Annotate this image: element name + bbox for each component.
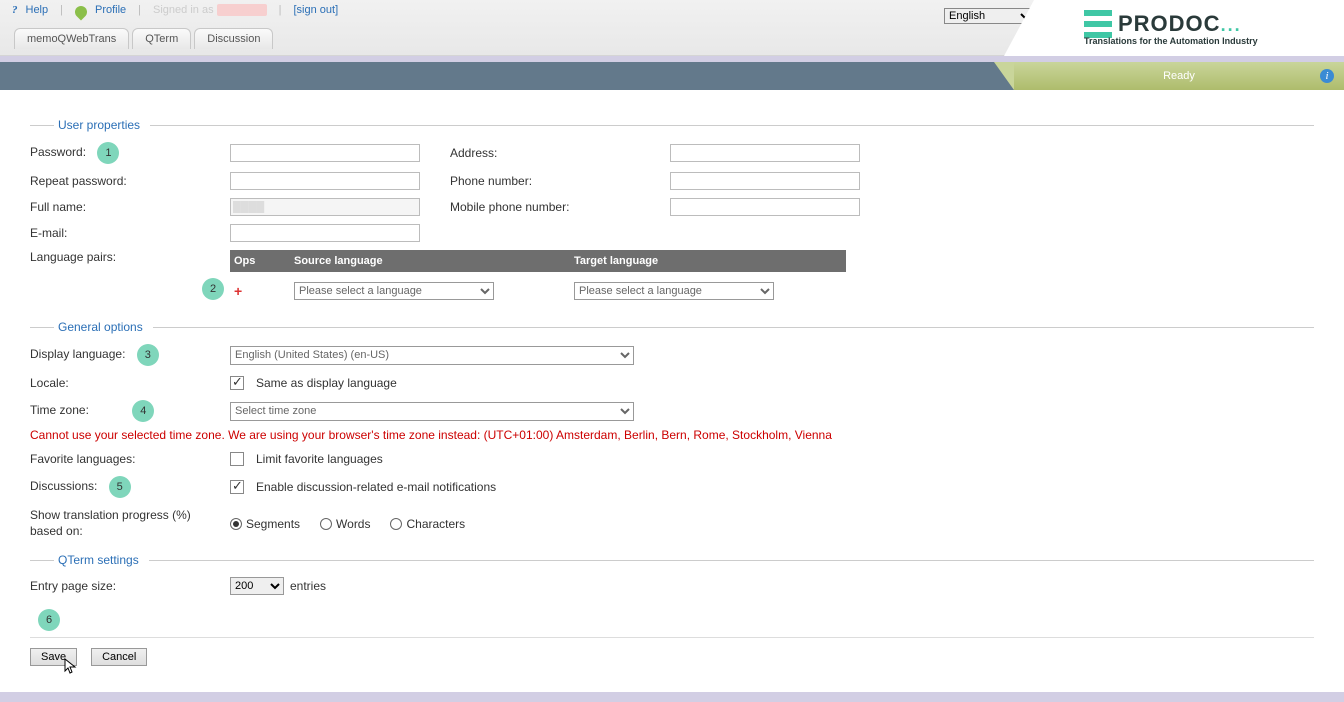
general-options-grid-2: Favorite languages: Limit favorite langu… [30, 452, 1314, 539]
general-options-grid: Display language: 3 English (United Stat… [30, 344, 1314, 422]
repeat-password-input[interactable] [230, 172, 420, 190]
username-redacted: xxxx [217, 4, 267, 16]
tab-discussion[interactable]: Discussion [194, 28, 273, 49]
add-lang-pair-icon[interactable]: + [234, 283, 242, 299]
phone-input[interactable] [670, 172, 860, 190]
logo-tagline: Translations for the Automation Industry [1084, 36, 1258, 46]
radio-segments[interactable]: Segments [230, 517, 300, 531]
label-full-name: Full name: [30, 200, 230, 214]
annotation-4: 4 [132, 400, 154, 422]
radio-words[interactable]: Words [320, 517, 370, 531]
target-language-select[interactable]: Please select a language [574, 282, 774, 300]
footer-band [0, 692, 1344, 702]
status-ready: Ready i [1014, 62, 1344, 90]
label-discussions: Discussions: 5 [30, 476, 230, 498]
timezone-warning: Cannot use your selected time zone. We a… [30, 428, 1314, 442]
limit-favorite-checkbox[interactable] [230, 452, 244, 466]
progress-radio-group: Segments Words Characters [230, 517, 750, 531]
section-qterm-settings: QTerm settings [30, 553, 1314, 567]
label-password: Password: 1 [30, 142, 230, 164]
radio-characters[interactable]: Characters [390, 517, 465, 531]
annotation-3: 3 [137, 344, 159, 366]
annotation-5: 5 [109, 476, 131, 498]
signout-link[interactable]: [sign out] [294, 4, 339, 16]
mobile-input[interactable] [670, 198, 860, 216]
password-input[interactable] [230, 144, 420, 162]
label-entry-page-size: Entry page size: [30, 579, 230, 593]
email-input[interactable] [230, 224, 420, 242]
label-address: Address: [450, 146, 670, 160]
display-language-select[interactable]: English (United States) (en-US) [230, 346, 634, 365]
label-display-language: Display language: 3 [30, 344, 230, 366]
lang-pair-header: Ops Source language Target language [230, 250, 846, 272]
band-slate: Ready i [0, 62, 1344, 90]
locale-same-checkbox[interactable] [230, 376, 244, 390]
section-general-options: General options [30, 320, 1314, 334]
full-name-input[interactable] [230, 198, 420, 216]
label-repeat-password: Repeat password: [30, 174, 230, 188]
source-language-select[interactable]: Please select a language [294, 282, 494, 300]
form-buttons: Save Cancel [30, 648, 1314, 666]
user-properties-grid: Password: 1 Address: Repeat password: Ph… [30, 142, 1314, 306]
info-icon[interactable]: i [1320, 69, 1334, 83]
profile-icon [72, 4, 89, 21]
annotation-6: 6 [38, 609, 60, 631]
content: User properties Password: 1 Address: Rep… [0, 90, 1344, 680]
logo: PRODOC... Translations for the Automatio… [1034, 0, 1344, 56]
entry-page-size-select[interactable]: 200 [230, 577, 284, 595]
help-link[interactable]: Help [26, 4, 49, 16]
annotation-2: 2 [202, 278, 224, 300]
address-input[interactable] [670, 144, 860, 162]
label-locale: Locale: [30, 376, 230, 390]
timezone-select[interactable]: Select time zone [230, 402, 634, 421]
top-bar: ? Help | Profile | Signed in as xxxx | [… [0, 0, 1344, 56]
tab-memoq[interactable]: memoQWebTrans [14, 28, 129, 49]
profile-link[interactable]: Profile [95, 4, 126, 16]
label-timezone: Time zone: 4 [30, 400, 230, 422]
annotation-1: 1 [97, 142, 119, 164]
signed-in-text: Signed in as xxxx [153, 4, 267, 16]
lang-pair-row: 2 + Please select a language Please sele… [230, 272, 846, 306]
label-favorite-languages: Favorite languages: [30, 452, 230, 466]
tab-qterm[interactable]: QTerm [132, 28, 191, 49]
label-email: E-mail: [30, 226, 230, 240]
label-mobile: Mobile phone number: [450, 200, 670, 214]
label-phone: Phone number: [450, 174, 670, 188]
logo-bars-icon [1084, 10, 1112, 38]
label-language-pairs: Language pairs: [30, 250, 230, 264]
qterm-grid: Entry page size: 200 entries [30, 577, 1314, 595]
section-user-properties: User properties [30, 118, 1314, 132]
cancel-button[interactable]: Cancel [91, 648, 147, 666]
enable-discussion-checkbox[interactable] [230, 480, 244, 494]
label-show-progress: Show translation progress (%) based on: [30, 508, 230, 539]
save-button[interactable]: Save [30, 648, 77, 666]
help-icon: ? [12, 4, 18, 16]
